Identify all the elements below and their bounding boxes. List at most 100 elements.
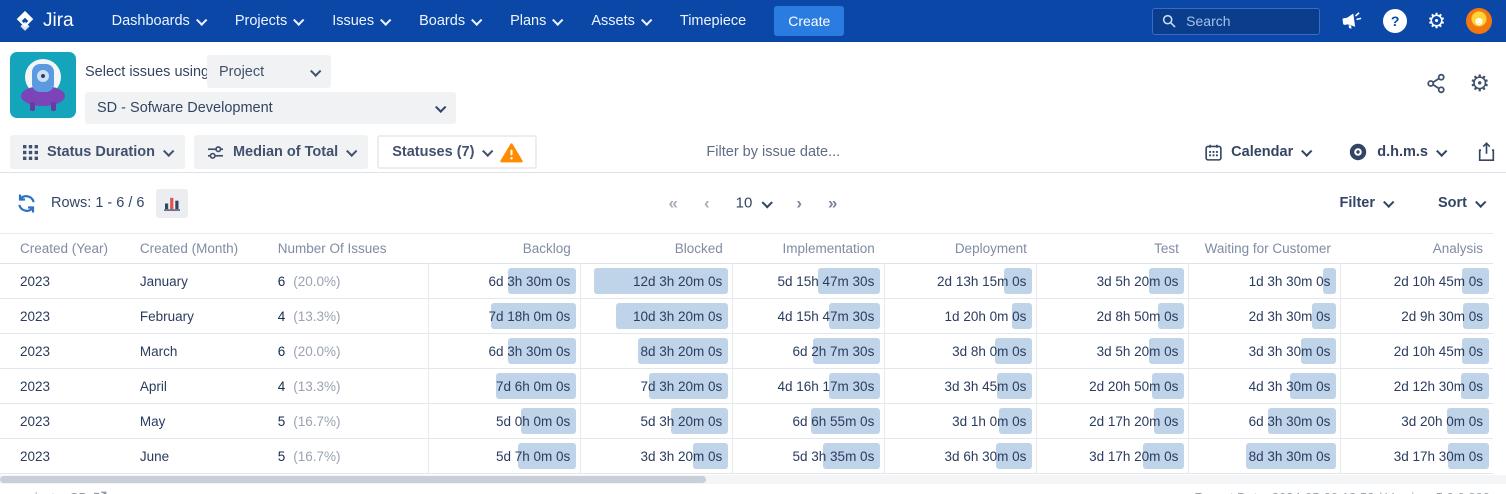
- issue-source-select[interactable]: Project: [207, 55, 331, 88]
- issue-count: 4: [278, 309, 286, 324]
- nav-item-boards[interactable]: Boards: [419, 13, 480, 29]
- column-header-backlog[interactable]: Backlog: [429, 234, 581, 264]
- report-header-actions: ⚙: [1426, 72, 1490, 95]
- cell-duration-blocked: 7d 3h 20m 0s: [581, 369, 733, 404]
- table-row[interactable]: 2023April4(13.3%)7d 6h 0m 0s7d 3h 20m 0s…: [0, 369, 1493, 404]
- global-search[interactable]: [1152, 8, 1320, 35]
- units-button[interactable]: d.h.m.s: [1342, 141, 1451, 163]
- calendar-icon: [1205, 144, 1222, 161]
- cell-duration-deployment: 2d 13h 15m 0s: [885, 264, 1037, 299]
- issue-percentage: (13.3%): [293, 309, 340, 324]
- horizontal-scrollbar[interactable]: [0, 475, 1506, 484]
- issue-percentage: (16.7%): [293, 449, 340, 464]
- nav-item-label: Plans: [510, 13, 546, 29]
- sort-label: Sort: [1438, 195, 1467, 211]
- duration-value: 6d 3h 30m 0s: [1249, 414, 1331, 429]
- cell-created-year: 2023: [0, 369, 139, 404]
- announcements-icon[interactable]: [1340, 10, 1363, 33]
- cell-duration-test: 3d 17h 20m 0s: [1037, 439, 1189, 474]
- cell-duration-blocked: 3d 3h 20m 0s: [581, 439, 733, 474]
- units-label: d.h.m.s: [1377, 144, 1428, 160]
- jira-logo[interactable]: Jira: [14, 10, 74, 32]
- chart-view-button[interactable]: [156, 189, 188, 218]
- nav-item-assets[interactable]: Assets: [591, 13, 650, 29]
- filter-button[interactable]: Filter: [1334, 194, 1398, 212]
- report-type-button[interactable]: Status Duration: [10, 135, 185, 169]
- cell-duration-implementation: 4d 15h 47m 30s: [733, 299, 885, 334]
- table-row[interactable]: 2023February4(13.3%)7d 18h 0m 0s10d 3h 2…: [0, 299, 1493, 334]
- scrollbar-thumb[interactable]: [0, 476, 706, 483]
- filter-label: Filter: [1340, 195, 1375, 211]
- duration-value: 3d 1h 0m 0s: [952, 414, 1026, 429]
- jql-query: project = SD: [16, 490, 88, 494]
- cell-duration-backlog: 5d 0h 0m 0s: [429, 404, 581, 439]
- nav-item-label: Boards: [419, 13, 465, 29]
- external-link-icon[interactable]: [93, 491, 107, 494]
- table-row[interactable]: 2023March6(20.0%)6d 3h 30m 0s8d 3h 20m 0…: [0, 334, 1493, 369]
- column-header-waiting-for-customer[interactable]: Waiting for Customer: [1189, 234, 1341, 264]
- column-header-test[interactable]: Test: [1037, 234, 1189, 264]
- table-row[interactable]: 2023May5(16.7%)5d 0h 0m 0s5d 3h 20m 0s6d…: [0, 404, 1493, 439]
- nav-item-issues[interactable]: Issues: [332, 13, 389, 29]
- next-page-button[interactable]: ›: [796, 195, 802, 212]
- user-avatar[interactable]: ☻: [1466, 8, 1492, 34]
- nav-item-projects[interactable]: Projects: [235, 13, 302, 29]
- nav-item-timepiece[interactable]: Timepiece: [680, 13, 746, 29]
- search-input[interactable]: [1184, 12, 1308, 30]
- first-page-button[interactable]: «: [669, 195, 678, 212]
- column-header-implementation[interactable]: Implementation: [733, 234, 885, 264]
- table-body: 2023January6(20.0%)6d 3h 30m 0s12d 3h 20…: [0, 264, 1493, 474]
- cell-duration-deployment: 3d 3h 45m 0s: [885, 369, 1037, 404]
- nav-item-plans[interactable]: Plans: [510, 13, 561, 29]
- cell-duration-implementation: 4d 16h 17m 30s: [733, 369, 885, 404]
- duration-value: 8d 3h 30m 0s: [1249, 449, 1331, 464]
- duration-value: 3d 3h 20m 0s: [640, 449, 722, 464]
- last-page-button[interactable]: »: [828, 195, 837, 212]
- duration-value: 3d 20h 0m 0s: [1401, 414, 1483, 429]
- refresh-icon[interactable]: [16, 193, 37, 214]
- issue-date-filter-input[interactable]: [704, 143, 1008, 161]
- column-header-blocked[interactable]: Blocked: [581, 234, 733, 264]
- prev-page-button[interactable]: ‹: [704, 195, 710, 212]
- create-button[interactable]: Create: [774, 6, 844, 36]
- jira-logo-text: Jira: [43, 10, 74, 32]
- column-header-created-month-[interactable]: Created (Month): [139, 234, 277, 264]
- duration-value: 4d 15h 47m 30s: [778, 309, 875, 324]
- page-size-select[interactable]: 10: [736, 195, 771, 212]
- chevron-down-icon: [1436, 146, 1447, 157]
- help-icon[interactable]: ?: [1383, 9, 1407, 33]
- duration-value: 3d 17h 20m 0s: [1089, 449, 1178, 464]
- metric-button[interactable]: Median of Total: [194, 135, 368, 169]
- column-header-number-of-issues[interactable]: Number Of Issues: [277, 234, 429, 264]
- calendar-button[interactable]: Calendar: [1199, 143, 1316, 162]
- cell-duration-deployment: 3d 6h 30m 0s: [885, 439, 1037, 474]
- cell-duration-implementation: 5d 3h 35m 0s: [733, 439, 885, 474]
- column-header-analysis[interactable]: Analysis: [1341, 234, 1493, 264]
- cell-duration-backlog: 6d 3h 30m 0s: [429, 334, 581, 369]
- export-icon[interactable]: [1477, 142, 1496, 162]
- pagination: « ‹ 10 › »: [669, 195, 838, 212]
- cell-created-year: 2023: [0, 299, 139, 334]
- table-row[interactable]: 2023January6(20.0%)6d 3h 30m 0s12d 3h 20…: [0, 264, 1493, 299]
- cell-created-year: 2023: [0, 439, 139, 474]
- duration-value: 2d 3h 30m 0s: [1249, 309, 1331, 324]
- issue-count: 6: [278, 344, 286, 359]
- column-header-created-year-[interactable]: Created (Year): [0, 234, 139, 264]
- project-select[interactable]: SD - Sofware Development: [85, 92, 456, 124]
- chevron-down-icon: [641, 15, 652, 26]
- duration-value: 2d 8h 50m 0s: [1097, 309, 1179, 324]
- calendar-label: Calendar: [1231, 144, 1293, 160]
- sort-button[interactable]: Sort: [1432, 194, 1490, 212]
- settings-icon[interactable]: ⚙: [1427, 11, 1446, 32]
- share-icon[interactable]: [1426, 73, 1447, 94]
- duration-value: 7d 3h 20m 0s: [640, 379, 722, 394]
- chevron-down-icon: [482, 146, 493, 157]
- statuses-button[interactable]: Statuses (7): [377, 135, 537, 169]
- duration-value: 4d 3h 30m 0s: [1249, 379, 1331, 394]
- issue-percentage: (16.7%): [293, 414, 340, 429]
- column-header-deployment[interactable]: Deployment: [885, 234, 1037, 264]
- nav-item-label: Timepiece: [680, 13, 746, 29]
- nav-item-dashboards[interactable]: Dashboards: [112, 13, 205, 29]
- report-settings-gear-icon[interactable]: ⚙: [1469, 72, 1490, 95]
- table-row[interactable]: 2023June5(16.7%)5d 7h 0m 0s3d 3h 20m 0s5…: [0, 439, 1493, 474]
